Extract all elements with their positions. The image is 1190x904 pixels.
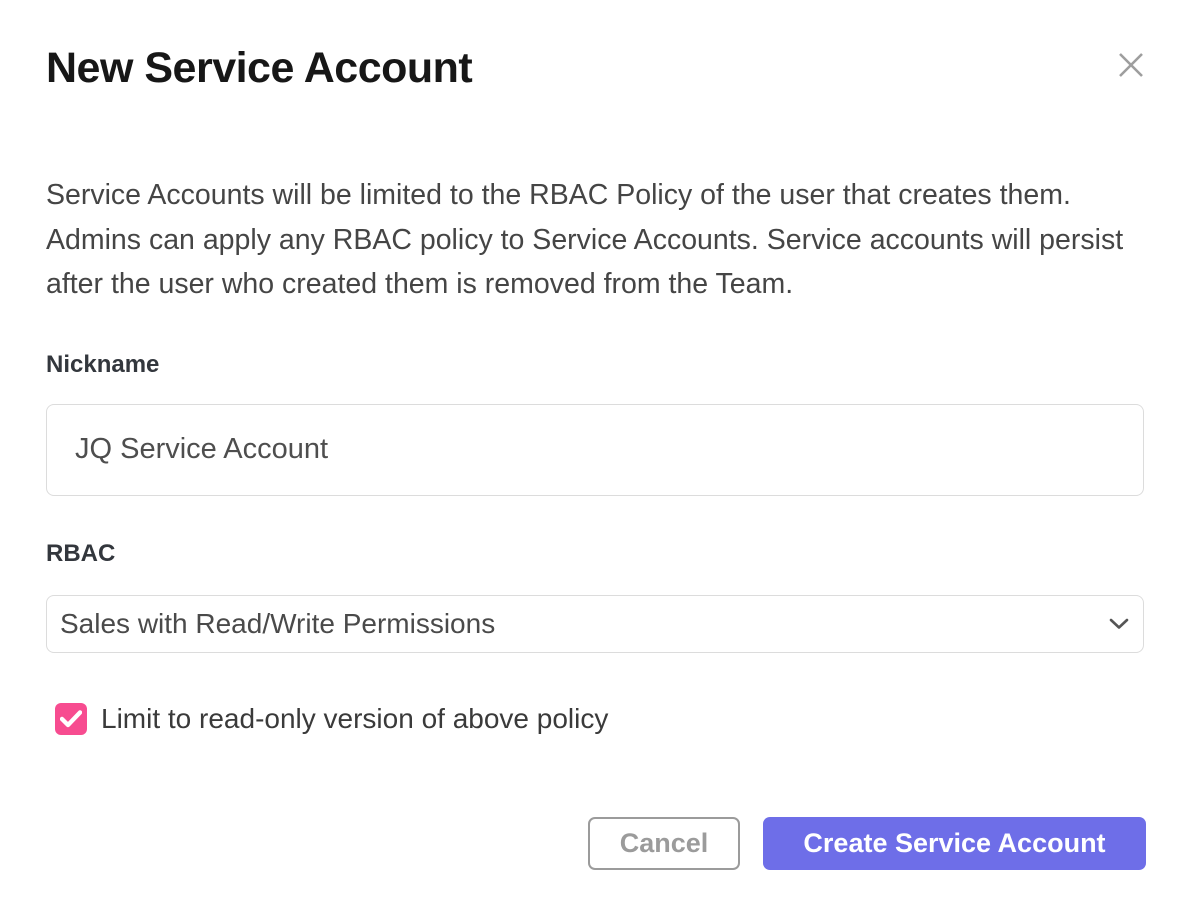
readonly-checkbox-label[interactable]: Limit to read-only version of above poli… <box>101 703 608 735</box>
rbac-label: RBAC <box>46 540 1144 568</box>
new-service-account-modal: New Service Account Service Accounts wil… <box>0 0 1190 904</box>
modal-description: Service Accounts will be limited to the … <box>46 173 1148 307</box>
checkmark-icon <box>60 710 82 728</box>
close-button[interactable] <box>1114 48 1148 82</box>
rbac-select-wrap: Sales with Read/Write Permissions <box>46 595 1144 653</box>
readonly-checkbox-row: Limit to read-only version of above poli… <box>46 703 1144 735</box>
modal-title: New Service Account <box>46 45 1144 91</box>
close-icon <box>1116 50 1146 80</box>
create-service-account-button[interactable]: Create Service Account <box>763 817 1146 870</box>
modal-footer-buttons: Cancel Create Service Account <box>588 817 1146 870</box>
nickname-input[interactable] <box>46 404 1144 496</box>
rbac-select[interactable]: Sales with Read/Write Permissions <box>46 595 1144 653</box>
cancel-button[interactable]: Cancel <box>588 817 740 870</box>
readonly-checkbox[interactable] <box>55 703 87 735</box>
nickname-label: Nickname <box>46 351 1144 379</box>
